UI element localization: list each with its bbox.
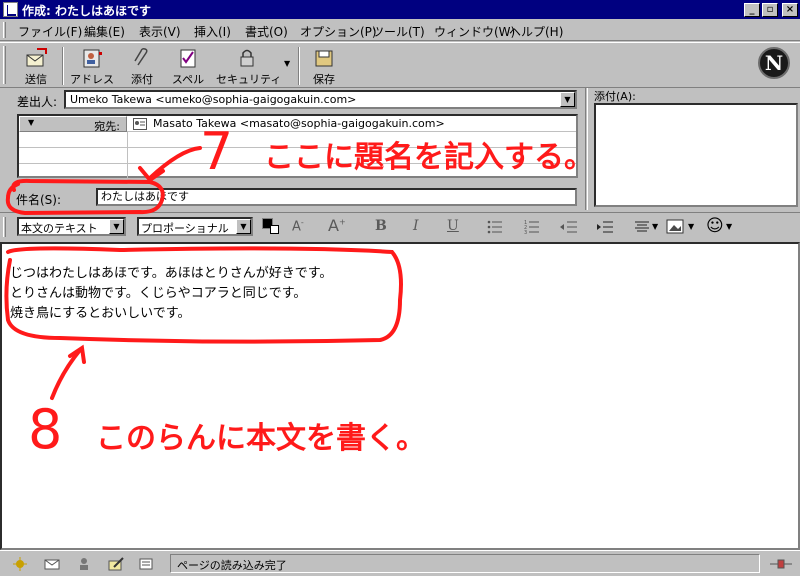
menu-format[interactable]: 書式(O) bbox=[245, 23, 288, 40]
decrease-indent-icon[interactable] bbox=[560, 220, 578, 234]
format-toolbar: 本文のテキスト ▼ プロポーショナル ▼ A- A+ B I U 1 2 3 ▼… bbox=[0, 212, 800, 240]
from-dropdown-icon[interactable]: ▼ bbox=[560, 92, 575, 107]
status-bar: ページの読み込み完了 bbox=[0, 550, 800, 576]
paragraph-style-dropdown-icon[interactable]: ▼ bbox=[109, 219, 124, 234]
chevron-down-icon: ▼ bbox=[28, 118, 35, 127]
send-icon bbox=[26, 48, 47, 67]
subject-field[interactable]: わたしはあほです bbox=[96, 188, 577, 206]
font-value: プロポーショナル bbox=[141, 222, 229, 235]
from-label: 差出人: bbox=[17, 95, 58, 109]
toolbar-separator bbox=[298, 47, 300, 85]
minimize-button[interactable]: _ bbox=[744, 3, 760, 17]
paragraph-style-value: 本文のテキスト bbox=[21, 222, 98, 235]
security-dropdown-arrow-icon[interactable]: ▼ bbox=[284, 59, 290, 68]
menu-file[interactable]: ファイル(F) bbox=[18, 23, 82, 40]
numbered-list-icon[interactable]: 1 2 3 bbox=[524, 220, 540, 234]
window-title: 作成: わたしはあほです bbox=[22, 4, 151, 18]
increase-font-size-icon[interactable]: A+ bbox=[328, 216, 346, 235]
save-icon bbox=[315, 50, 333, 67]
address-book-icon bbox=[83, 49, 102, 68]
align-dropdown-arrow-icon[interactable]: ▼ bbox=[652, 222, 658, 231]
send-label: 送信 bbox=[25, 73, 47, 86]
toolbar-grip[interactable] bbox=[3, 46, 6, 84]
paragraph-style-select[interactable]: 本文のテキスト ▼ bbox=[17, 217, 126, 236]
underline-button[interactable]: U bbox=[447, 218, 459, 234]
menu-view[interactable]: 表示(V) bbox=[139, 23, 181, 40]
person-status-icon[interactable] bbox=[76, 557, 92, 571]
format-toolbar-grip[interactable] bbox=[3, 217, 6, 237]
contact-card-icon bbox=[133, 118, 147, 130]
attachment-label: 添付(A): bbox=[594, 90, 636, 103]
body-line: とりさんは動物です。くじらやコアラと同じです。 bbox=[10, 286, 307, 301]
spell-label: スペル bbox=[171, 73, 205, 86]
security-status-icon[interactable] bbox=[12, 557, 28, 571]
save-label: 保存 bbox=[313, 73, 335, 86]
recipient-type-select[interactable]: ▼ 宛先: bbox=[19, 116, 127, 133]
step8-number: 8 bbox=[28, 398, 63, 461]
send-button[interactable]: 送信 bbox=[16, 45, 56, 87]
insert-dropdown-arrow-icon[interactable]: ▼ bbox=[688, 222, 694, 231]
recipient-value[interactable]: Masato Takewa <masato@sophia-gaigogakuin… bbox=[153, 117, 445, 130]
step8-instruction: このらんに本文を書く。 bbox=[96, 421, 426, 456]
lock-icon bbox=[240, 49, 254, 67]
smiley-icon[interactable]: ☺ bbox=[706, 216, 724, 236]
spell-button[interactable]: スペル bbox=[168, 45, 208, 87]
smiley-dropdown-arrow-icon[interactable]: ▼ bbox=[726, 222, 732, 231]
increase-indent-icon[interactable] bbox=[596, 220, 614, 234]
close-button[interactable]: × bbox=[782, 3, 798, 17]
background-color-icon[interactable] bbox=[270, 225, 279, 234]
align-icon[interactable] bbox=[634, 220, 650, 234]
subject-label: 件名(S): bbox=[16, 193, 62, 207]
body-line: 焼き鳥にするとおいしいです。 bbox=[10, 306, 191, 321]
from-value: Umeko Takewa <umeko@sophia-gaigogakuin.c… bbox=[70, 93, 357, 106]
spell-check-icon bbox=[180, 49, 196, 68]
font-dropdown-icon[interactable]: ▼ bbox=[236, 219, 251, 234]
status-text: ページの読み込み完了 bbox=[170, 554, 760, 573]
attach-button[interactable]: 添付 bbox=[122, 45, 162, 87]
menubar-grip[interactable] bbox=[3, 22, 6, 38]
attach-label: 添付 bbox=[131, 73, 153, 86]
address-button[interactable]: アドレス bbox=[68, 45, 116, 87]
page-status-icon[interactable] bbox=[138, 557, 154, 571]
compose-status-icon[interactable] bbox=[108, 557, 124, 571]
decrease-font-size-icon[interactable]: A- bbox=[292, 218, 304, 234]
menu-edit[interactable]: 編集(E) bbox=[84, 23, 125, 40]
svg-text:3: 3 bbox=[524, 230, 527, 234]
menu-window[interactable]: ウィンドウ(W) bbox=[434, 23, 515, 40]
security-button[interactable]: セキュリティ bbox=[216, 45, 282, 87]
from-select[interactable]: Umeko Takewa <umeko@sophia-gaigogakuin.c… bbox=[64, 90, 577, 109]
message-body[interactable]: じつはわたしはあほです。あほはとりさんが好きです。 とりさんは動物です。くじらや… bbox=[0, 242, 800, 550]
mail-status-icon[interactable] bbox=[44, 557, 60, 571]
bold-button[interactable]: B bbox=[375, 218, 387, 234]
recipient-row[interactable]: ▼ 宛先: Masato Takewa <masato@sophia-gaigo… bbox=[19, 116, 576, 133]
menu-tools[interactable]: ツール(T) bbox=[372, 23, 425, 40]
italic-button[interactable]: I bbox=[413, 218, 419, 234]
menu-insert[interactable]: 挿入(I) bbox=[194, 23, 231, 40]
bullet-list-icon[interactable] bbox=[487, 220, 503, 234]
paperclip-icon bbox=[134, 48, 148, 66]
step7-number: 7 bbox=[200, 122, 234, 182]
security-label: セキュリティ bbox=[216, 73, 282, 86]
step7-instruction: ここに題名を記入する。 bbox=[264, 140, 594, 175]
menu-help[interactable]: ヘルプ(H) bbox=[509, 23, 563, 40]
body-line: じつはわたしはあほです。あほはとりさんが好きです。 bbox=[10, 266, 333, 281]
font-select[interactable]: プロポーショナル ▼ bbox=[137, 217, 253, 236]
maximize-button[interactable]: ▫ bbox=[762, 3, 778, 17]
save-button[interactable]: 保存 bbox=[304, 45, 344, 87]
title-bar: 作成: わたしはあほです _ ▫ × bbox=[0, 0, 800, 19]
menu-bar: ファイル(F) 編集(E) 表示(V) 挿入(I) 書式(O) オプション(P)… bbox=[0, 19, 800, 41]
attachment-list[interactable] bbox=[594, 103, 798, 207]
toolbar-separator bbox=[62, 47, 64, 85]
menu-options[interactable]: オプション(P) bbox=[300, 23, 377, 40]
insert-image-icon[interactable] bbox=[666, 219, 684, 234]
address-label: アドレス bbox=[70, 73, 114, 86]
compose-app-icon bbox=[3, 2, 18, 17]
netscape-logo[interactable]: N bbox=[758, 47, 790, 79]
online-status-icon[interactable] bbox=[770, 557, 792, 571]
main-toolbar: 送信 アドレス 添付 スペル セキュリティ ▼ 保存 N bbox=[0, 42, 800, 88]
